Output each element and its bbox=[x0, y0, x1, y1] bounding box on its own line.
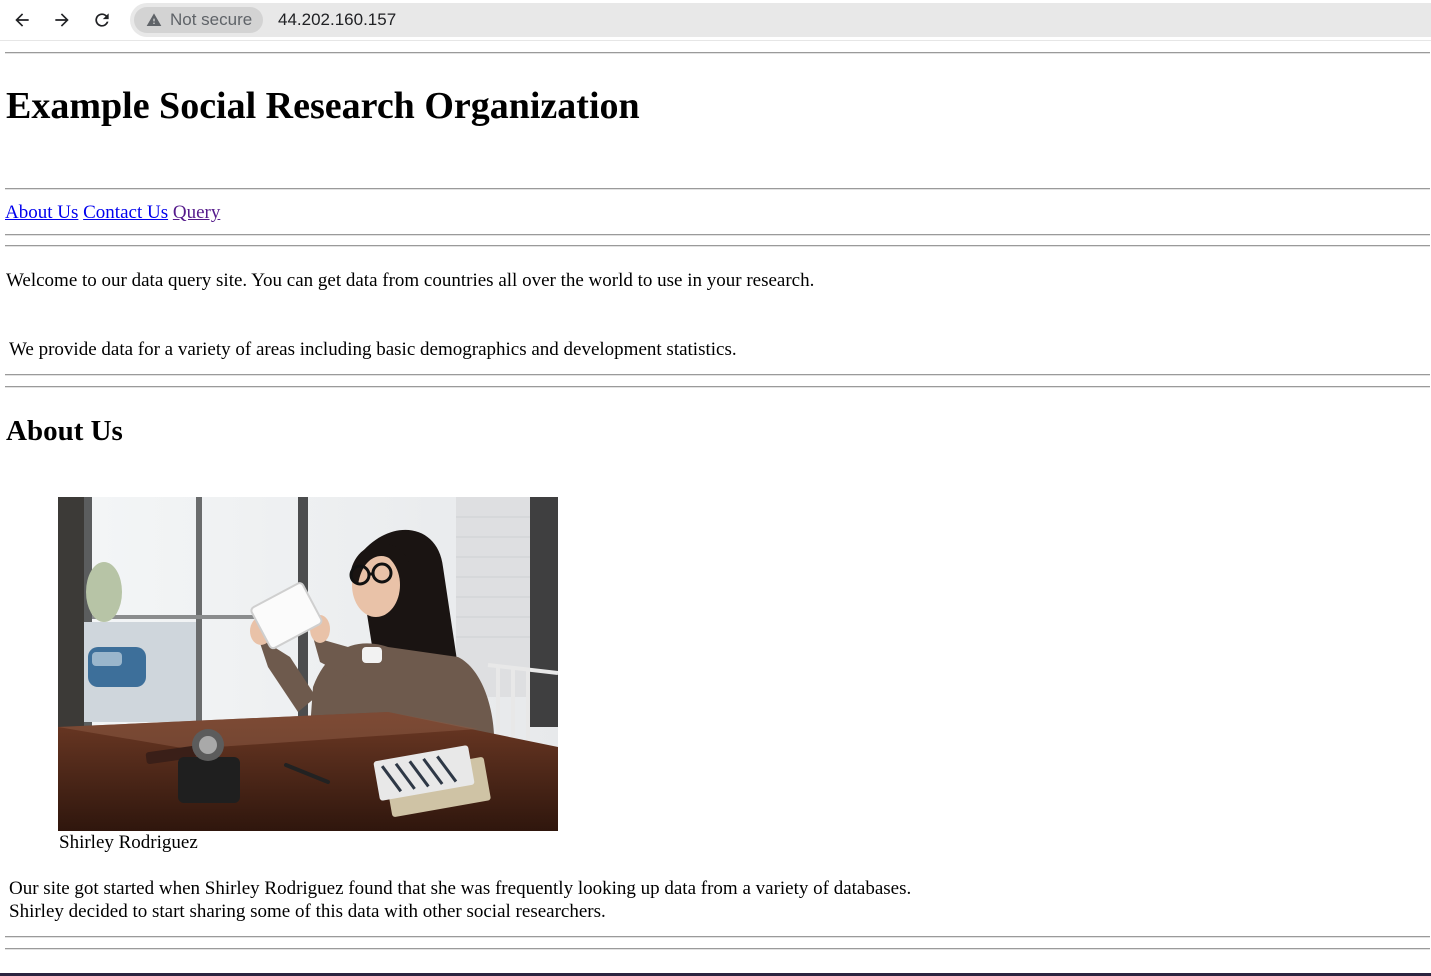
site-title: Example Social Research Organization bbox=[6, 85, 640, 127]
page-content: Example Social Research Organization Abo… bbox=[0, 40, 1431, 976]
divider bbox=[5, 245, 1430, 247]
divider bbox=[5, 188, 1430, 190]
woman-with-tablet-photo bbox=[58, 497, 558, 831]
divider bbox=[5, 948, 1430, 950]
divider bbox=[5, 374, 1430, 376]
security-label: Not secure bbox=[170, 10, 253, 29]
reload-button[interactable] bbox=[90, 8, 114, 32]
nav-link-contact[interactable]: Contact Us bbox=[83, 202, 168, 223]
back-arrow-icon bbox=[15, 13, 29, 27]
browser-toolbar: Not secure 44.202.160.157 bbox=[0, 0, 1431, 41]
profile-photo bbox=[58, 497, 558, 831]
forward-button[interactable] bbox=[50, 8, 74, 32]
divider bbox=[5, 234, 1430, 236]
divider bbox=[5, 936, 1430, 938]
divider bbox=[5, 386, 1430, 388]
url-text[interactable]: 44.202.160.157 bbox=[278, 10, 396, 30]
welcome-text: Welcome to our data query site. You can … bbox=[6, 270, 815, 291]
divider bbox=[5, 52, 1430, 54]
nav-links: About Us Contact Us Query bbox=[5, 202, 220, 224]
nav-link-about[interactable]: About Us bbox=[5, 202, 78, 223]
nav-link-query[interactable]: Query bbox=[173, 202, 220, 223]
reload-icon bbox=[95, 13, 109, 27]
about-text-line-1: Our site got started when Shirley Rodrig… bbox=[9, 878, 912, 899]
security-indicator[interactable]: Not secure bbox=[134, 7, 264, 33]
warning-triangle-icon bbox=[146, 13, 162, 26]
back-button[interactable] bbox=[10, 8, 34, 32]
about-heading: About Us bbox=[6, 415, 123, 447]
photo-caption: Shirley Rodriguez bbox=[59, 832, 198, 853]
forward-arrow-icon bbox=[55, 13, 69, 27]
provide-text: We provide data for a variety of areas i… bbox=[9, 339, 737, 360]
about-text-line-2: Shirley decided to start sharing some of… bbox=[9, 901, 606, 922]
address-bar[interactable]: Not secure 44.202.160.157 bbox=[130, 3, 1431, 37]
